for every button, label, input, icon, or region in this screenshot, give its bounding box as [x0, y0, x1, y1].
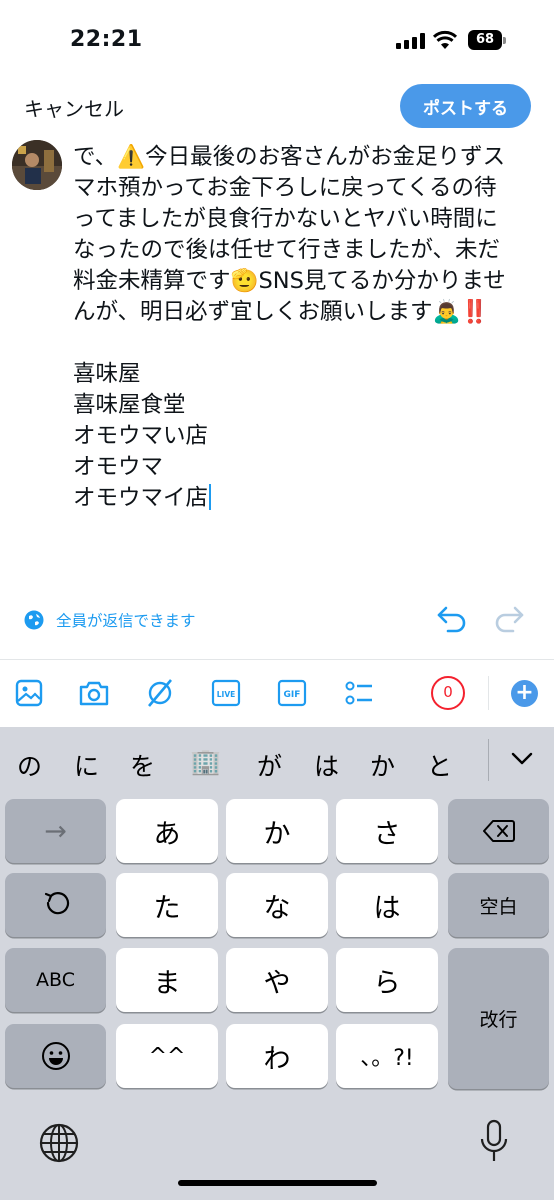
- suggestion-item[interactable]: 🏢: [190, 747, 221, 777]
- camera-icon[interactable]: [77, 676, 111, 710]
- compose-line: オモウマイ店: [73, 485, 209, 511]
- cancel-button[interactable]: キャンセル: [24, 93, 124, 122]
- emoji-icon: [41, 1042, 70, 1070]
- key-wa[interactable]: わ: [226, 1024, 328, 1088]
- key-ta[interactable]: た: [116, 873, 218, 937]
- chevron-down-icon[interactable]: [510, 747, 534, 771]
- key-punctuation[interactable]: 、。?!: [336, 1024, 438, 1088]
- key-a[interactable]: あ: [116, 799, 218, 863]
- grok-icon[interactable]: [143, 676, 177, 710]
- compose-line: んが、明日必ず宜しくお願いします🙇‍♂️‼️: [73, 299, 489, 325]
- key-ra[interactable]: ら: [336, 948, 438, 1012]
- key-na[interactable]: な: [226, 873, 328, 937]
- emoji-key[interactable]: [5, 1024, 106, 1088]
- battery-icon: 68: [468, 30, 506, 50]
- svg-text:GIF: GIF: [284, 690, 301, 700]
- compose-line: マホ預かってお金下ろしに戻ってくるの待: [73, 175, 497, 201]
- suggestion-item[interactable]: の: [17, 747, 42, 783]
- suggestion-item[interactable]: を: [130, 747, 155, 783]
- post-button[interactable]: ポストする: [400, 84, 531, 128]
- compose-line: ってましたが良食行かないとヤバい時間に: [73, 206, 498, 232]
- live-icon[interactable]: LIVE: [209, 676, 243, 710]
- home-indicator: [178, 1180, 377, 1186]
- next-candidate-key[interactable]: →: [5, 799, 106, 863]
- status-bar: 22:21 68: [0, 0, 554, 80]
- globe-icon: [24, 610, 44, 630]
- key-sa[interactable]: さ: [336, 799, 438, 863]
- redo-icon[interactable]: [493, 604, 525, 634]
- image-icon[interactable]: [12, 676, 46, 710]
- compose-line: 喜味屋食堂: [73, 392, 186, 418]
- avatar[interactable]: [12, 140, 62, 190]
- compose-line: なったので後は任せて行きましたが、未だ: [73, 237, 501, 263]
- return-key[interactable]: 改行: [448, 948, 549, 1089]
- suggestion-item[interactable]: に: [74, 747, 99, 783]
- toolbar-divider: [0, 659, 554, 660]
- compose-line: 料金未精算です🫡SNS見てるか分かりませ: [73, 268, 506, 294]
- suggestion-item[interactable]: は: [314, 747, 339, 783]
- status-time: 22:21: [70, 27, 143, 52]
- microphone-icon[interactable]: [478, 1119, 510, 1165]
- globe-keyboard-icon[interactable]: [38, 1122, 80, 1164]
- text-caret: [209, 484, 212, 510]
- key-ma[interactable]: ま: [116, 948, 218, 1012]
- compose-line: で、⚠️今日最後のお客さんがお金足りずス: [73, 144, 506, 170]
- backspace-icon: [482, 820, 515, 842]
- compose-textarea[interactable]: で、⚠️今日最後のお客さんがお金足りずス マホ預かってお金下ろしに戻ってくるの待…: [73, 142, 547, 514]
- wifi-icon: [432, 30, 458, 49]
- undo-arrow-icon: [44, 892, 69, 915]
- suggestion-item[interactable]: と: [427, 747, 452, 783]
- compose-line: 喜味屋: [73, 361, 141, 387]
- battery-level: 68: [468, 30, 502, 50]
- space-key[interactable]: 空白: [448, 873, 549, 937]
- key-ha[interactable]: は: [336, 873, 438, 937]
- key-kaomoji[interactable]: ^^: [116, 1024, 218, 1088]
- undo-key[interactable]: [5, 873, 106, 937]
- character-counter: 0: [431, 676, 465, 710]
- svg-text:LIVE: LIVE: [217, 690, 236, 699]
- key-ka[interactable]: か: [226, 799, 328, 863]
- abc-key[interactable]: ABC: [5, 948, 106, 1012]
- poll-icon[interactable]: [342, 676, 376, 710]
- key-ya[interactable]: や: [226, 948, 328, 1012]
- gif-icon[interactable]: GIF: [275, 676, 309, 710]
- suggestion-item[interactable]: が: [257, 747, 282, 783]
- suggestion-bar: の に を 🏢 が は か と: [0, 727, 554, 795]
- undo-icon[interactable]: [436, 604, 468, 634]
- cellular-signal-icon: [396, 33, 426, 49]
- reply-setting[interactable]: 全員が返信できます: [24, 608, 196, 632]
- suggestion-item[interactable]: か: [370, 747, 395, 783]
- suggestion-separator: [488, 739, 489, 781]
- toolbar-separator: [488, 676, 489, 710]
- add-thread-button[interactable]: +: [511, 680, 538, 707]
- compose-line: オモウマい店: [73, 423, 209, 449]
- backspace-key[interactable]: [448, 799, 549, 863]
- compose-line: オモウマ: [73, 454, 164, 480]
- reply-setting-label: 全員が返信できます: [56, 612, 196, 630]
